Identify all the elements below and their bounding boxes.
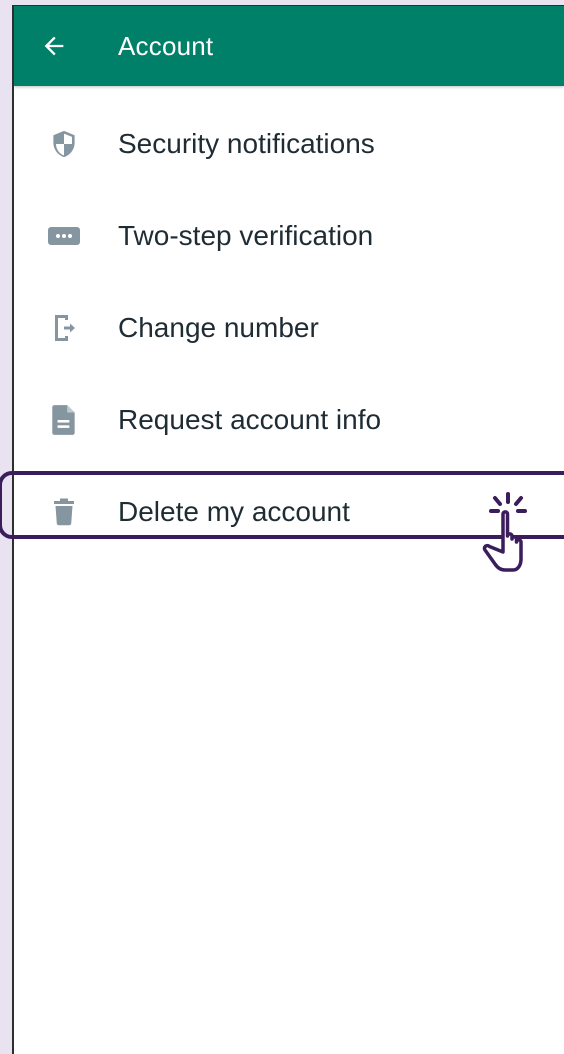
settings-item-request-account-info[interactable]: Request account info	[14, 374, 564, 466]
dots-password-icon	[46, 218, 82, 254]
settings-item-label: Change number	[118, 312, 319, 343]
page-title: Account	[118, 31, 214, 61]
settings-item-label: Security notifications	[118, 128, 375, 159]
settings-item-label: Two-step verification	[118, 220, 374, 251]
settings-item-security-notifications[interactable]: Security notifications	[14, 98, 564, 190]
settings-item-label: Delete my account	[118, 496, 350, 527]
shield-icon	[46, 126, 82, 162]
trash-icon	[46, 494, 82, 530]
settings-item-two-step-verification[interactable]: Two-step verification	[14, 190, 564, 282]
arrow-left-icon	[44, 36, 64, 56]
tap-hand-icon	[478, 490, 548, 576]
change-number-icon	[46, 310, 82, 346]
settings-item-change-number[interactable]: Change number	[14, 282, 564, 374]
settings-list: Security notifications Two-step verifica…	[14, 98, 564, 558]
back-button[interactable]	[36, 28, 72, 64]
settings-item-label: Request account info	[118, 404, 382, 435]
app-bar: Account	[14, 6, 564, 86]
document-icon	[46, 402, 82, 438]
